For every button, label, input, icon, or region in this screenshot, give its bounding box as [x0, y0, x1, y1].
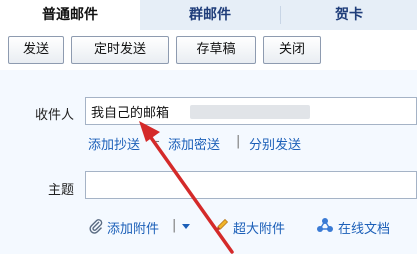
red-arrow-icon — [139, 121, 234, 254]
